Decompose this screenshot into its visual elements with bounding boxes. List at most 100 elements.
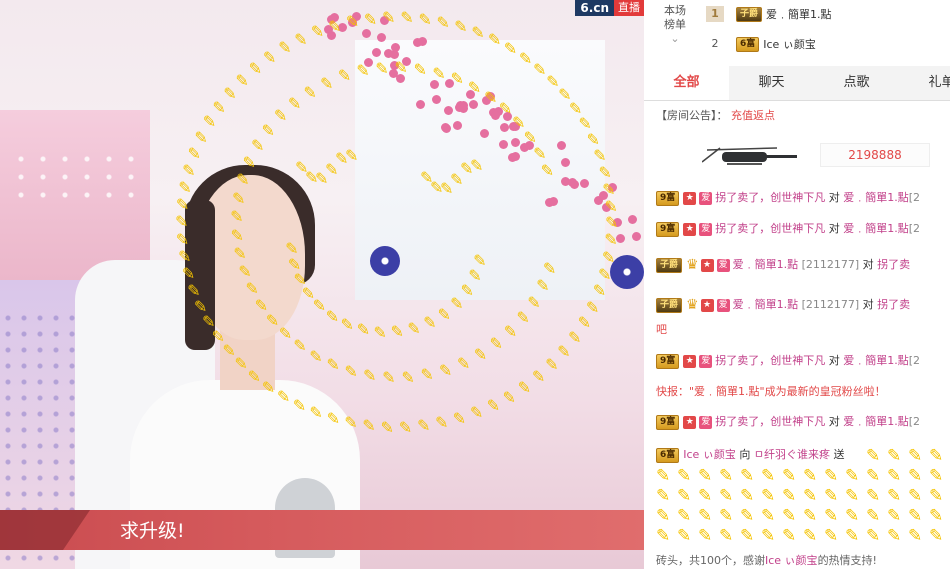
gold-brick-icon: ✎ [292, 395, 307, 415]
star-icon: ★ [683, 191, 697, 205]
tab-song-request[interactable]: 点歌 [814, 66, 899, 100]
ranking-row[interactable]: 1 子爵 爱﹒簡單1.點 [706, 3, 832, 25]
gold-brick-icon: ✎ [601, 247, 616, 267]
gold-brick-icon: ✎ [866, 466, 881, 486]
gold-brick-icon: ✎ [803, 506, 818, 526]
gold-brick-icon: ✎ [380, 417, 394, 437]
user-name[interactable]: Ice ぃ颜宝 [765, 554, 818, 567]
message-connector: 对 [828, 222, 840, 235]
user-name[interactable]: 爱﹒簡單1.點 [733, 298, 799, 311]
user-name[interactable]: 爱﹒簡單1.點 [843, 415, 909, 428]
brick-gift-icons: ✎ ✎ ✎ ✎ ✎ ✎ ✎ ✎ ✎ ✎ ✎ ✎ ✎ ✎ ✎ ✎ ✎ ✎ ✎ ✎ ✎ ✎ ✎ ✎ ✎ ✎ ✎ ✎ ✎ ✎ ✎ ✎ ✎ ✎ ✎ ✎ ✎ ✎ ✎ ✎… [656, 446, 950, 550]
gold-brick-icon: ✎ [473, 345, 488, 365]
gold-brick-icon: ✎ [824, 526, 839, 546]
user-name[interactable]: 爱﹒簡單1.點 [843, 354, 909, 367]
blossom-petal [417, 36, 427, 46]
gold-brick-icon: ✎ [698, 486, 713, 506]
ranking-toggle[interactable]: 本场 榜单 ⌄ [644, 4, 706, 46]
gold-brick-icon: ✎ [418, 9, 432, 29]
gold-brick-icon: ✎ [470, 156, 484, 176]
gold-brick-icon: ✎ [866, 526, 881, 546]
user-name[interactable]: 爱﹒簡單1.點 [843, 222, 909, 235]
message-connector: 对 [828, 191, 840, 204]
gold-brick-icon: ✎ [247, 366, 261, 386]
tab-chat[interactable]: 聊天 [729, 66, 814, 100]
gold-brick-icon: ✎ [782, 526, 797, 546]
user-name[interactable]: 爱﹒簡單1.點 [843, 191, 909, 204]
gold-brick-icon: ✎ [887, 526, 902, 546]
rank-number: 1 [706, 6, 724, 22]
gold-brick-icon: ✎ [265, 310, 280, 330]
gold-brick-icon: ✎ [532, 59, 547, 79]
level-badge: 9富 [656, 221, 680, 237]
gold-brick-icon: ✎ [557, 341, 571, 361]
gold-brick-icon: ✎ [232, 188, 246, 208]
gold-brick-icon: ✎ [845, 506, 860, 526]
chat-message: 9富 ★ 爱拐了卖了，创世神下凡 对 爱﹒簡單1.點[2 [656, 190, 920, 206]
gold-brick-icon: ✎ [536, 276, 550, 296]
gold-brick-icon: ✎ [434, 413, 449, 433]
gold-brick-icon: ✎ [782, 506, 797, 526]
gold-brick-icon: ✎ [908, 526, 923, 546]
gold-brick-icon: ✎ [328, 16, 342, 36]
message-connector: 对 [828, 415, 840, 428]
gold-brick-icon: ✎ [452, 409, 467, 429]
gold-brick-icon: ✎ [545, 354, 559, 374]
level-badge: 9富 [656, 190, 680, 206]
chat-tabs: 全部 聊天 点歌 礼单 [644, 66, 950, 101]
message-tail: [2 [908, 354, 921, 367]
video-stream[interactable]: ✎ ✎ ✎ ✎ ✎ ✎ ✎ ✎ ✎ ✎ ✎ ✎ ✎ ✎ ✎ ✎ ✎ ✎ ✎ ✎ ✎ ✎ ✎ ✎ ✎ ✎ ✎ ✎ ✎ ✎ ✎ ✎ ✎ ✎ ✎ ✎ ✎ ✎ ✎ ✎… [0, 0, 644, 569]
heart-badge-icon: 爱 [699, 415, 713, 429]
gold-brick-icon: ✎ [362, 416, 376, 436]
gold-brick-icon: ✎ [278, 324, 293, 344]
heart-badge-icon: 爱 [699, 191, 713, 205]
tab-gift-list[interactable]: 礼单 [899, 66, 950, 100]
live-badge: 直播 [614, 0, 644, 16]
heart-badge-icon: 爱 [716, 258, 730, 272]
gold-brick-icon: ✎ [887, 446, 902, 466]
chat-message: 9富 ★ 爱拐了卖了，创世神下凡 对 爱﹒簡單1.點[2 [656, 221, 920, 237]
gold-brick-icon: ✎ [887, 466, 902, 486]
gold-brick-icon: ✎ [719, 466, 734, 486]
gold-brick-icon: ✎ [866, 486, 881, 506]
gold-brick-icon: ✎ [413, 59, 427, 79]
gold-brick-icon: ✎ [436, 12, 450, 32]
message-text: 拐了卖 [877, 258, 911, 271]
message-text: 拐了卖了，创世神下凡 [715, 354, 826, 367]
gold-brick-icon: ✎ [677, 486, 692, 506]
gold-brick-icon: ✎ [845, 466, 860, 486]
user-name[interactable]: 爱﹒簡單1.點 [733, 258, 799, 271]
gold-brick-icon: ✎ [824, 486, 839, 506]
level-badge: 9富 [656, 414, 680, 430]
gold-brick-icon: ✎ [598, 264, 612, 284]
gold-brick-icon: ✎ [483, 87, 498, 107]
gold-brick-icon: ✎ [181, 264, 196, 284]
thanks-prefix: 砖头，共100个，感谢 [656, 554, 765, 567]
recharge-link[interactable]: 充值返点 [731, 109, 775, 122]
blossom-petal [498, 139, 508, 149]
ranking-row[interactable]: 2 6富 Ice ぃ颜宝 [706, 33, 816, 55]
blossom-petal [371, 48, 381, 58]
chat-message: 9富 ★ 爱拐了卖了，创世神下凡 对 爱﹒簡單1.點[2 [656, 414, 920, 430]
gold-brick-icon: ✎ [516, 308, 530, 328]
heart-badge-icon: 爱 [716, 298, 730, 312]
gold-brick-icon: ✎ [211, 327, 225, 347]
level-badge: 子爵 [736, 6, 763, 22]
gold-brick-icon: ✎ [533, 143, 547, 163]
gold-brick-icon: ✎ [677, 506, 692, 526]
gold-brick-icon: ✎ [382, 367, 396, 387]
gold-brick-icon: ✎ [450, 293, 464, 313]
tab-all[interactable]: 全部 [644, 66, 729, 100]
gold-brick-icon: ✎ [233, 244, 247, 264]
side-panel: 本场 榜单 ⌄ 1 子爵 爱﹒簡單1.點 2 6富 Ice ぃ颜宝 全部 聊天 … [644, 0, 950, 569]
gold-brick-icon: ✎ [193, 296, 208, 316]
message-connector: 对 [862, 258, 874, 271]
star-icon: ★ [683, 354, 697, 368]
thanks-suffix: 的热情支持! [817, 554, 877, 567]
gold-brick-icon: ✎ [356, 320, 370, 340]
gold-brick-icon: ✎ [293, 336, 307, 356]
gold-brick-icon: ✎ [234, 354, 248, 374]
gold-brick-icon: ✎ [929, 506, 944, 526]
message-text: 拐了卖了，创世神下凡 [715, 191, 826, 204]
thanks-message: 砖头，共100个，感谢Ice ぃ颜宝的热情支持! [656, 552, 877, 568]
